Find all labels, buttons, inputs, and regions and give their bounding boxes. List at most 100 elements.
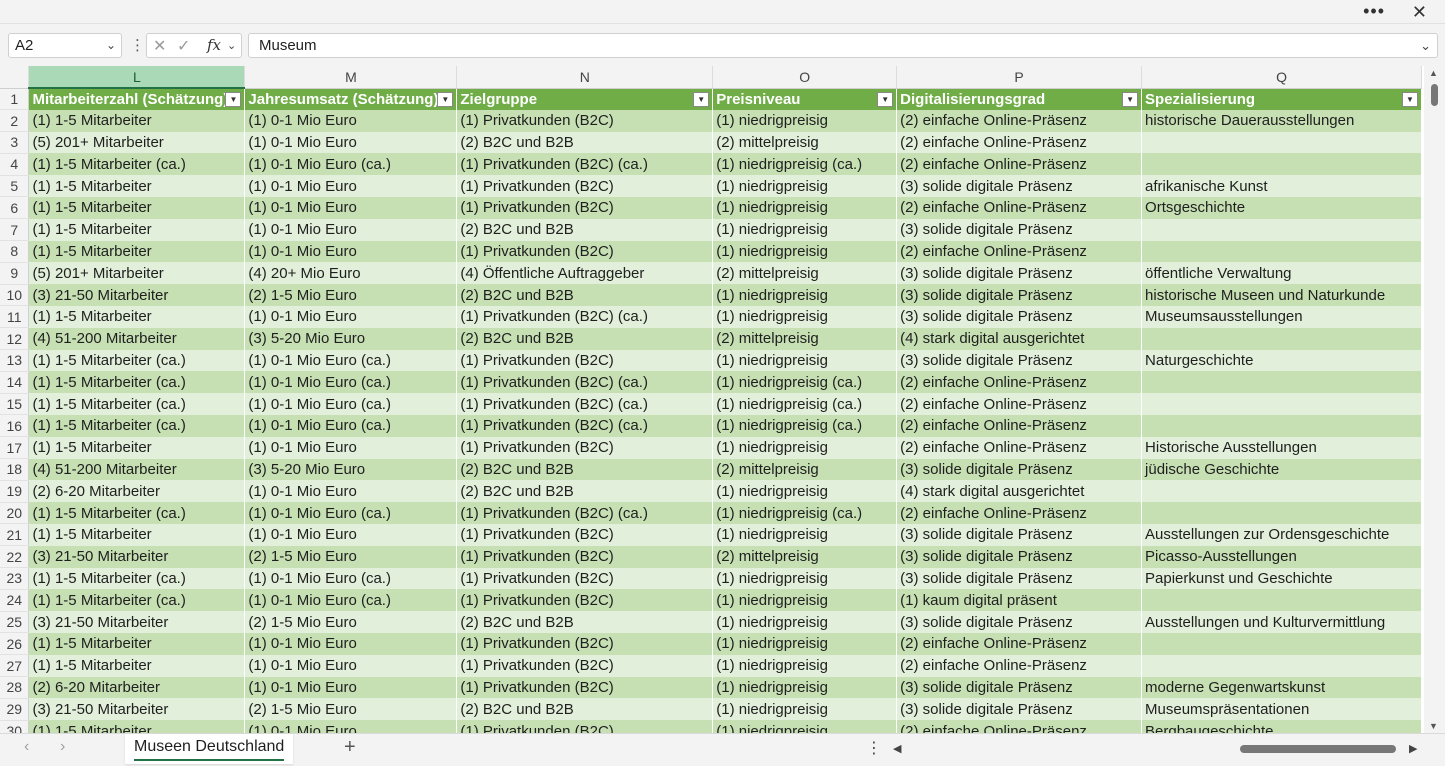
cell[interactable]: (1) Privatkunden (B2C) <box>456 523 714 546</box>
cell[interactable]: Museumspräsentationen <box>1141 698 1422 721</box>
cell[interactable]: (2) B2C und B2B <box>456 284 714 306</box>
column-header-L[interactable]: L <box>28 66 246 89</box>
cell[interactable]: (1) 0-1 Mio Euro <box>244 523 458 546</box>
cell[interactable]: (1) 0-1 Mio Euro (ca.) <box>244 371 458 394</box>
cell[interactable]: (4) 51-200 Mitarbeiter <box>28 327 246 350</box>
row-number[interactable]: 13 <box>0 349 30 372</box>
cell[interactable]: (1) 1-5 Mitarbeiter <box>28 240 246 263</box>
cell[interactable] <box>1141 371 1422 394</box>
cell[interactable]: (1) niedrigpreisig <box>712 436 898 459</box>
cell[interactable]: (1) 1-5 Mitarbeiter <box>28 523 246 546</box>
cell[interactable]: (2) einfache Online-Präsenz <box>896 720 1143 733</box>
cell[interactable]: (1) Privatkunden (B2C) (ca.) <box>456 393 714 415</box>
cell[interactable]: (5) 201+ Mitarbeiter <box>28 262 246 285</box>
cell[interactable]: (1) niedrigpreisig <box>712 349 898 372</box>
row-number[interactable]: 14 <box>0 371 30 394</box>
cell[interactable]: (1) 0-1 Mio Euro <box>244 676 458 699</box>
cell[interactable]: (4) stark digital ausgerichtet <box>896 480 1143 503</box>
cell[interactable]: (1) 1-5 Mitarbeiter <box>28 175 246 197</box>
cell[interactable]: (1) niedrigpreisig <box>712 676 898 699</box>
cell[interactable]: (1) kaum digital präsent <box>896 589 1143 612</box>
row-number[interactable]: 21 <box>0 523 30 547</box>
row-number[interactable]: 29 <box>0 698 30 721</box>
cell[interactable]: (2) einfache Online-Präsenz <box>896 632 1143 655</box>
cell[interactable]: (4) 20+ Mio Euro <box>244 262 458 285</box>
row-number[interactable]: 24 <box>0 589 30 612</box>
cell[interactable]: (1) Privatkunden (B2C) <box>456 632 714 655</box>
cell[interactable]: historische Museen und Naturkunde <box>1141 284 1422 306</box>
row-number[interactable]: 26 <box>0 632 30 656</box>
formula-bar-separator-icon[interactable]: ⋮ <box>130 36 145 54</box>
cell[interactable]: (2) einfache Online-Präsenz <box>896 414 1143 437</box>
cell[interactable]: (3) solide digitale Präsenz <box>896 611 1143 633</box>
cell[interactable]: (1) Privatkunden (B2C) <box>456 436 714 459</box>
spreadsheet-grid[interactable]: L M N O P Q 1 Mitarbeiterzahl (Schätzung… <box>0 66 1422 733</box>
cell[interactable]: (1) 1-5 Mitarbeiter <box>28 196 246 219</box>
cell[interactable]: (1) 1-5 Mitarbeiter (ca.) <box>28 371 246 394</box>
cell[interactable]: (2) einfache Online-Präsenz <box>896 131 1143 154</box>
cell[interactable]: öffentliche Verwaltung <box>1141 262 1422 285</box>
cell[interactable]: (1) niedrigpreisig <box>712 698 898 721</box>
close-icon[interactable]: ✕ <box>1412 0 1427 24</box>
cell[interactable]: (2) einfache Online-Präsenz <box>896 240 1143 263</box>
cell[interactable]: (1) niedrigpreisig <box>712 611 898 633</box>
cancel-icon[interactable]: ✕ <box>153 36 166 56</box>
cell[interactable]: (1) 1-5 Mitarbeiter (ca.) <box>28 589 246 612</box>
cell[interactable] <box>1141 632 1422 655</box>
cell[interactable]: (1) niedrigpreisig (ca.) <box>712 502 898 524</box>
cell[interactable]: (1) 1-5 Mitarbeiter <box>28 109 246 132</box>
cell[interactable]: (1) niedrigpreisig <box>712 567 898 590</box>
cell[interactable]: (1) niedrigpreisig <box>712 305 898 328</box>
sheet-tab-museen-deutschland[interactable]: Museen Deutschland <box>125 734 294 764</box>
row-number[interactable]: 1 <box>0 88 30 111</box>
row-number[interactable]: 8 <box>0 240 30 263</box>
cell[interactable]: (4) Öffentliche Auftraggeber <box>456 262 714 285</box>
cell[interactable] <box>1141 131 1422 154</box>
filter-dropdown-icon[interactable]: ▼ <box>693 91 710 107</box>
cell[interactable]: (3) solide digitale Präsenz <box>896 284 1143 306</box>
cell[interactable]: (1) 0-1 Mio Euro <box>244 632 458 655</box>
cell[interactable]: (1) 1-5 Mitarbeiter (ca.) <box>28 414 246 437</box>
cell[interactable]: (2) einfache Online-Präsenz <box>896 153 1143 176</box>
cell[interactable]: (5) 201+ Mitarbeiter <box>28 131 246 154</box>
cell[interactable]: (1) 0-1 Mio Euro (ca.) <box>244 153 458 176</box>
cell[interactable]: (1) 1-5 Mitarbeiter <box>28 218 246 241</box>
cell[interactable]: (1) 0-1 Mio Euro (ca.) <box>244 393 458 415</box>
scroll-down-icon[interactable]: ▼ <box>1429 721 1438 731</box>
cell[interactable]: Ortsgeschichte <box>1141 196 1422 219</box>
row-number[interactable]: 19 <box>0 480 30 503</box>
cell[interactable]: (2) B2C und B2B <box>456 218 714 241</box>
row-number[interactable]: 2 <box>0 109 30 133</box>
cell[interactable]: (1) niedrigpreisig <box>712 720 898 733</box>
row-number[interactable]: 11 <box>0 305 30 329</box>
cell[interactable]: moderne Gegenwartskunst <box>1141 676 1422 699</box>
cell[interactable]: historische Dauerausstellungen <box>1141 109 1422 132</box>
cell[interactable]: (1) 0-1 Mio Euro <box>244 720 458 733</box>
cell[interactable]: (1) Privatkunden (B2C) <box>456 349 714 372</box>
cell[interactable]: (1) 1-5 Mitarbeiter (ca.) <box>28 349 246 372</box>
header-cell[interactable]: Mitarbeiterzahl (Schätzung) ▼ <box>28 88 246 110</box>
formula-input[interactable]: Museum ⌄ <box>248 33 1438 58</box>
cell[interactable]: (2) einfache Online-Präsenz <box>896 109 1143 132</box>
cell[interactable]: (1) niedrigpreisig <box>712 632 898 655</box>
cell[interactable]: (1) 0-1 Mio Euro (ca.) <box>244 414 458 437</box>
header-cell[interactable]: Preisniveau ▼ <box>712 88 898 110</box>
cell[interactable]: (2) B2C und B2B <box>456 458 714 481</box>
cell[interactable]: (1) Privatkunden (B2C) <box>456 109 714 132</box>
cell[interactable]: (1) niedrigpreisig <box>712 523 898 546</box>
cell[interactable]: (2) 1-5 Mio Euro <box>244 611 458 633</box>
cell[interactable]: (2) B2C und B2B <box>456 327 714 350</box>
cell[interactable]: (1) 1-5 Mitarbeiter <box>28 305 246 328</box>
row-number[interactable]: 17 <box>0 436 30 460</box>
cell[interactable]: (3) solide digitale Präsenz <box>896 523 1143 546</box>
filter-dropdown-icon[interactable]: ▼ <box>877 91 894 107</box>
cell[interactable]: (1) Privatkunden (B2C) <box>456 589 714 612</box>
vertical-scrollbar[interactable]: ▲ ▼ <box>1424 66 1445 733</box>
cell[interactable]: (1) Privatkunden (B2C) <box>456 654 714 677</box>
cell[interactable]: (1) niedrigpreisig <box>712 654 898 677</box>
cell[interactable]: (3) solide digitale Präsenz <box>896 305 1143 328</box>
header-cell[interactable]: Spezialisierung ▼ <box>1141 88 1422 110</box>
cell[interactable]: (2) 1-5 Mio Euro <box>244 545 458 568</box>
cell[interactable]: (1) 1-5 Mitarbeiter (ca.) <box>28 567 246 590</box>
cell[interactable]: Bergbaugeschichte <box>1141 720 1422 733</box>
